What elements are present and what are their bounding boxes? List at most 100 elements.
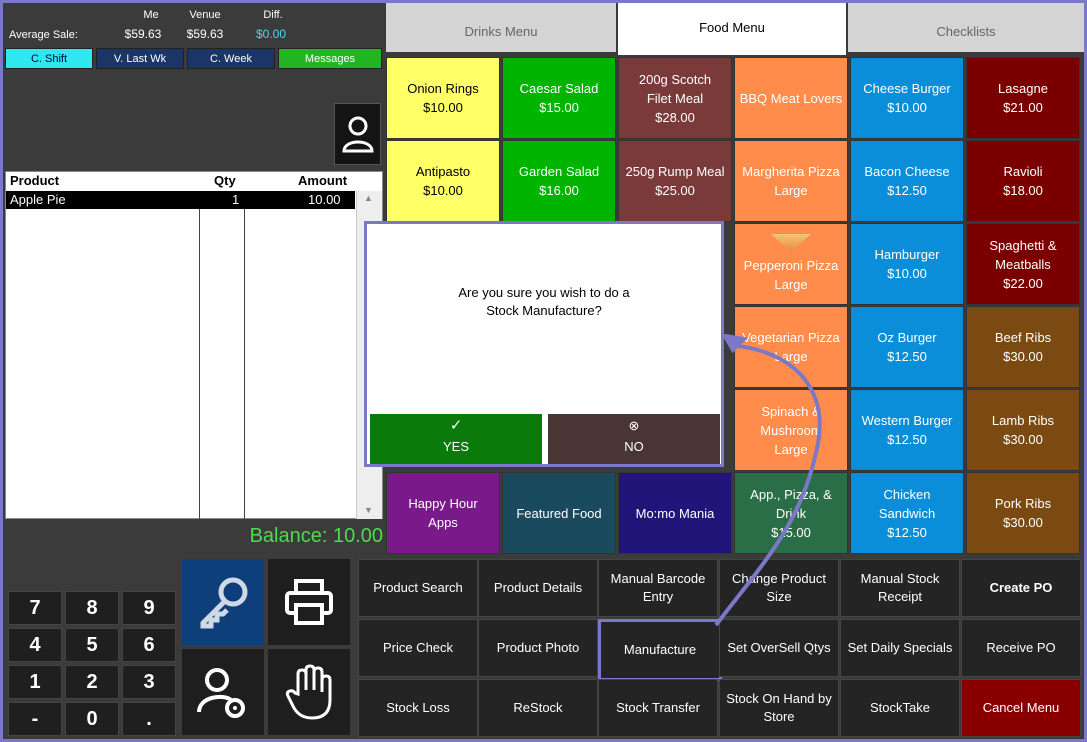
function-button[interactable]: Create PO (961, 559, 1081, 617)
menu-tile[interactable]: Lamb Ribs $30.00 (966, 389, 1080, 471)
menu-tile-label: Mushroom (760, 422, 822, 438)
function-button[interactable]: Price Check (358, 619, 478, 677)
function-button-label: StockTake (870, 700, 930, 715)
tab-food-menu[interactable]: Food Menu (618, 3, 846, 55)
menu-tile-label: 250g Rump Meal (625, 164, 725, 179)
function-button[interactable]: Receive PO (961, 619, 1081, 677)
menu-tile[interactable]: Caesar Salad $15.00 (502, 57, 616, 139)
function-button[interactable]: ReStock (478, 679, 598, 737)
tab-checklists[interactable]: Checklists (848, 3, 1084, 52)
menu-tile[interactable]: Chicken Sandwich $12.50 (850, 472, 964, 554)
menu-tile[interactable]: Oz Burger $12.50 (850, 306, 964, 388)
function-button-label: Receive PO (986, 640, 1056, 655)
menu-tile[interactable]: Antipasto $10.00 (386, 140, 500, 222)
menu-tile[interactable]: Lasagne $21.00 (966, 57, 1080, 139)
keypad-key[interactable]: - (8, 702, 62, 736)
menu-tile[interactable]: 250g Rump Meal $25.00 (618, 140, 732, 222)
function-button[interactable]: Stock On Hand by Store (719, 679, 839, 737)
menu-tile[interactable]: Vegetarian Pizza Large (734, 306, 848, 388)
menu-tile[interactable]: Ravioli $18.00 (966, 140, 1080, 222)
menu-tile[interactable]: Hamburger $10.00 (850, 223, 964, 305)
menu-tile-label: $25.00 (655, 183, 695, 198)
stats-col-me: Me (143, 9, 159, 21)
function-button[interactable]: Product Details (478, 559, 598, 617)
keypad-key[interactable]: 4 (8, 628, 62, 662)
function-button[interactable]: Manual Barcode Entry (598, 559, 718, 617)
menu-tile[interactable]: Spaghetti & Meatballs $22.00 (966, 223, 1080, 305)
print-button[interactable] (268, 559, 350, 645)
function-button[interactable]: Change Product Size (719, 559, 839, 617)
menu-tile[interactable]: Margherita Pizza Large (734, 140, 848, 222)
login-key-button[interactable] (182, 559, 264, 645)
menu-tile-label: Ravioli (1003, 164, 1043, 179)
function-button-label: Stock On Hand by (726, 691, 832, 706)
function-button[interactable]: Cancel Menu (961, 679, 1081, 737)
menu-tile-label: Vegetarian Pizza (742, 330, 840, 345)
keypad-key[interactable]: 7 (8, 591, 62, 625)
v-last-wk-button[interactable]: V. Last Wk (96, 48, 184, 69)
menu-tile-label: Happy Hour (408, 496, 478, 511)
menu-tile[interactable]: Pepperoni Pizza Large (734, 223, 848, 305)
menu-tile-label: $10.00 (887, 100, 927, 115)
keypad-key[interactable]: 0 (65, 702, 119, 736)
menu-tile[interactable]: Cheese Burger $10.00 (850, 57, 964, 139)
function-button[interactable]: Product Photo (478, 619, 598, 677)
menu-tile[interactable]: Onion Rings $10.00 (386, 57, 500, 139)
c-shift-button[interactable]: C. Shift (5, 48, 93, 69)
hold-button[interactable] (268, 649, 350, 735)
keypad-key[interactable]: 6 (122, 628, 176, 662)
menu-tile-label: BBQ Meat Lovers (739, 90, 843, 106)
user-settings-button[interactable] (182, 649, 264, 735)
keypad-key[interactable]: 8 (65, 591, 119, 625)
menu-tile-label: Oz Burger (877, 330, 937, 345)
keypad-key[interactable]: 3 (122, 665, 176, 699)
function-button[interactable]: Stock Loss (358, 679, 478, 737)
menu-tile[interactable]: Bacon Cheese $12.50 (850, 140, 964, 222)
menu-tile[interactable]: Featured Food (502, 472, 616, 554)
menu-tile-label: Large (774, 277, 808, 292)
menu-tile[interactable]: App., Pizza, & Drink $15.00 (734, 472, 848, 554)
column-divider (199, 209, 200, 519)
menu-tile-label: Cheese Burger (863, 81, 951, 96)
menu-tile-label: Chicken (883, 486, 931, 502)
menu-tile[interactable]: Happy Hour Apps (386, 472, 500, 554)
printer-icon (285, 579, 333, 625)
menu-tile-label: App., Pizza, & (750, 486, 832, 502)
menu-tile-label: Sandwich (878, 505, 936, 521)
menu-tile[interactable]: Mo:mo Mania (618, 472, 732, 554)
keypad-key[interactable]: 2 (65, 665, 119, 699)
function-button[interactable]: Product Search (358, 559, 478, 617)
function-button[interactable]: Manufacture (598, 619, 722, 681)
messages-button[interactable]: Messages (278, 48, 382, 69)
menu-tile[interactable]: Spinach & Mushroom Large (734, 389, 848, 471)
keypad-key[interactable]: 5 (65, 628, 119, 662)
menu-tile-label: Western Burger (861, 413, 953, 428)
function-button[interactable]: Set OverSell Qtys (719, 619, 839, 677)
function-button-label: Product Details (493, 580, 583, 595)
menu-tile[interactable]: Garden Salad $16.00 (502, 140, 616, 222)
menu-tile[interactable]: Beef Ribs $30.00 (966, 306, 1080, 388)
c-week-button[interactable]: C. Week (187, 48, 275, 69)
customer-button[interactable] (334, 103, 381, 165)
function-button[interactable]: Set Daily Specials (840, 619, 960, 677)
keypad-key[interactable]: 9 (122, 591, 176, 625)
function-button[interactable]: Stock Transfer (598, 679, 718, 737)
scroll-down-icon[interactable]: ▼ (364, 505, 373, 515)
menu-tile[interactable]: BBQ Meat Lovers (734, 57, 848, 139)
function-button[interactable]: StockTake (840, 679, 960, 737)
menu-tile-label: $28.00 (655, 109, 695, 125)
menu-tile-label: Spaghetti & (989, 237, 1057, 253)
table-row[interactable]: Apple Pie 1 10.00 (6, 191, 355, 209)
keypad-key[interactable]: 1 (8, 665, 62, 699)
no-button[interactable]: ⊗ NO (548, 414, 720, 464)
menu-tile[interactable]: Western Burger $12.50 (850, 389, 964, 471)
scroll-up-icon[interactable]: ▲ (364, 193, 373, 203)
menu-tile[interactable]: Pork Ribs $30.00 (966, 472, 1080, 554)
keypad-key[interactable]: . (122, 702, 176, 736)
pos-window: Me Venue Diff. Average Sale: $59.63 $59.… (3, 3, 1084, 739)
tab-drinks-menu[interactable]: Drinks Menu (386, 3, 616, 52)
user-gear-icon (197, 668, 245, 718)
menu-tile[interactable]: 200g Scotch Filet Meal $28.00 (618, 57, 732, 139)
yes-button[interactable]: ✓ YES (370, 414, 542, 464)
function-button[interactable]: Manual Stock Receipt (840, 559, 960, 617)
